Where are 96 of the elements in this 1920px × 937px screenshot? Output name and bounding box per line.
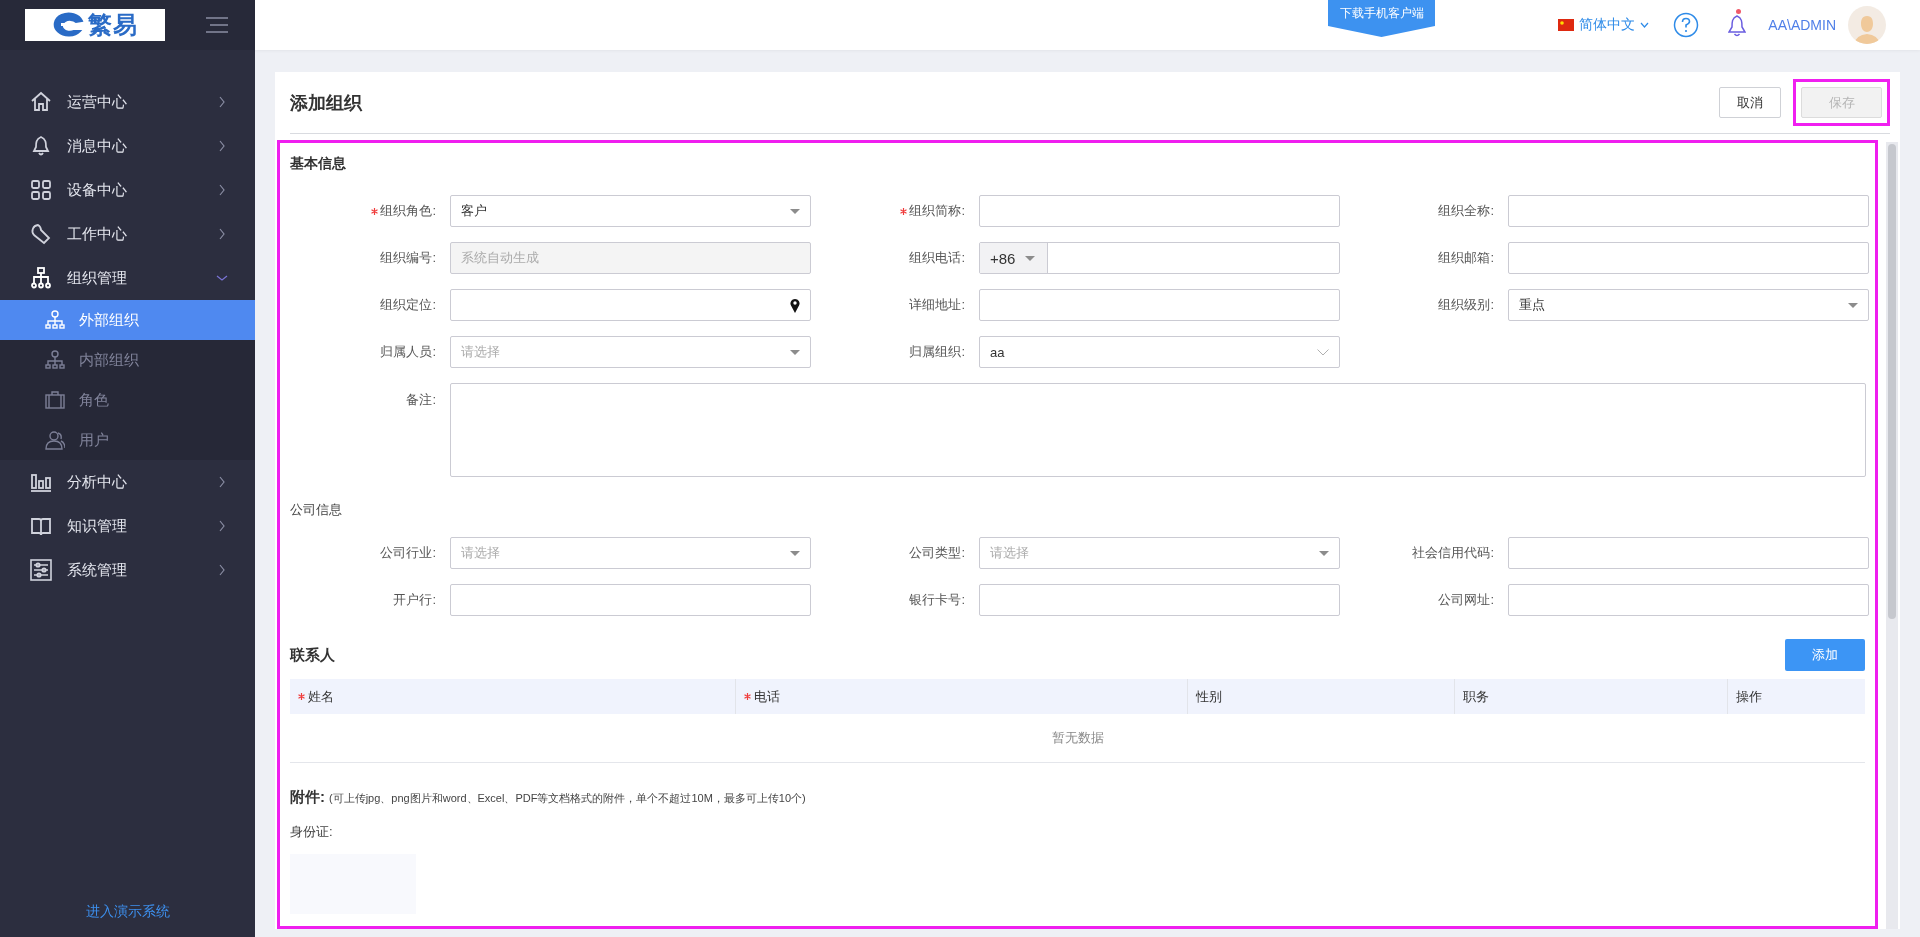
page-title: 添加组织 bbox=[290, 91, 364, 115]
field-label: 备注: bbox=[406, 391, 436, 409]
menu-icon[interactable] bbox=[206, 17, 228, 33]
nav-item[interactable]: 知识管理 bbox=[0, 504, 255, 548]
select-field[interactable]: 客户 bbox=[450, 195, 811, 227]
caret-icon bbox=[790, 208, 800, 214]
language-dropdown[interactable]: 简体中文 bbox=[1558, 16, 1650, 34]
download-app-banner[interactable]: 下载手机客户端 bbox=[1328, 0, 1435, 37]
sliders-icon bbox=[30, 559, 52, 581]
textarea-field[interactable] bbox=[450, 383, 1866, 477]
section-title: 公司信息 bbox=[290, 501, 343, 519]
phone-field[interactable]: +86 bbox=[979, 242, 1340, 274]
caret-icon bbox=[790, 349, 800, 355]
caret-icon bbox=[1848, 302, 1858, 308]
nav-item[interactable]: 工作中心 bbox=[0, 212, 255, 256]
bar-chart-icon bbox=[30, 471, 52, 493]
nav-item[interactable]: 分析中心 bbox=[0, 460, 255, 504]
bell-icon[interactable] bbox=[1728, 13, 1747, 37]
home-icon bbox=[30, 91, 52, 113]
user-name[interactable]: AA\ADMIN bbox=[1768, 17, 1836, 33]
input-field[interactable] bbox=[1508, 537, 1869, 569]
field-label: 身份证: bbox=[290, 823, 334, 841]
demo-system-link[interactable]: 进入演示系统 bbox=[85, 903, 170, 921]
required-asterisk-icon bbox=[298, 693, 305, 700]
nav-item[interactable]: 组织管理 bbox=[0, 256, 255, 300]
caret-icon bbox=[790, 550, 800, 556]
field-label: 银行卡号: bbox=[909, 591, 965, 609]
input-field[interactable] bbox=[450, 584, 811, 616]
nav-subitem[interactable]: 用户 bbox=[0, 420, 255, 460]
section-title: 基本信息 bbox=[290, 155, 347, 173]
add-button[interactable]: 添加 bbox=[1785, 639, 1865, 671]
section-title: 联系人 bbox=[290, 645, 336, 665]
input-field[interactable] bbox=[979, 195, 1340, 227]
field-label: 组织电话: bbox=[909, 249, 965, 267]
grid-icon bbox=[30, 179, 52, 201]
empty-table-text: 暂无数据 bbox=[1051, 730, 1104, 745]
book-icon bbox=[30, 515, 52, 537]
caret-icon bbox=[1640, 22, 1650, 28]
field-label: 公司类型: bbox=[909, 544, 965, 562]
nav-subitem[interactable]: 角色 bbox=[0, 380, 255, 420]
input-field[interactable] bbox=[1508, 242, 1869, 274]
nav-item[interactable]: 系统管理 bbox=[0, 548, 255, 592]
field-label: 归属人员: bbox=[380, 343, 436, 361]
input-field[interactable] bbox=[979, 584, 1340, 616]
chevron-down-icon bbox=[1317, 348, 1329, 356]
caret-icon bbox=[1025, 255, 1036, 261]
field-label: 组织邮箱: bbox=[1438, 249, 1494, 267]
org-chart-icon bbox=[45, 350, 65, 370]
user-icon bbox=[45, 430, 65, 450]
required-asterisk-icon bbox=[371, 207, 379, 215]
nav-item[interactable]: 运营中心 bbox=[0, 80, 255, 124]
field-label: 归属组织: bbox=[909, 343, 965, 361]
select-field[interactable]: aa bbox=[979, 336, 1340, 368]
column-header: 电话 bbox=[744, 687, 780, 706]
field-label: 开户行: bbox=[393, 591, 436, 609]
scrollbar[interactable] bbox=[1886, 142, 1898, 929]
org-chart-icon bbox=[30, 267, 52, 289]
logo-mark-icon bbox=[52, 12, 84, 38]
caret-icon bbox=[1319, 550, 1329, 556]
nav-item[interactable]: 消息中心 bbox=[0, 124, 255, 168]
field-label: 组织级别: bbox=[1438, 296, 1494, 314]
input-field[interactable] bbox=[1508, 195, 1869, 227]
nav-item[interactable]: 设备中心 bbox=[0, 168, 255, 212]
field-label: 组织角色: bbox=[371, 202, 436, 220]
avatar[interactable] bbox=[1848, 6, 1886, 44]
flag-icon bbox=[1558, 19, 1575, 31]
person-silhouette-icon bbox=[1854, 14, 1880, 44]
nav-subitem[interactable]: 内部组织 bbox=[0, 340, 255, 380]
select-field[interactable]: 重点 bbox=[1508, 289, 1869, 321]
page-button[interactable]: 取消 bbox=[1719, 87, 1781, 118]
field-label: 组织简称: bbox=[900, 202, 965, 220]
briefcase-icon bbox=[45, 390, 65, 410]
field-label: 详细地址: bbox=[909, 296, 965, 314]
input-field[interactable] bbox=[450, 289, 811, 321]
org-chart-icon bbox=[45, 310, 65, 330]
attachments-title: 附件: bbox=[290, 788, 325, 807]
help-icon[interactable] bbox=[1673, 12, 1700, 38]
input-field[interactable] bbox=[1508, 584, 1869, 616]
map-pin-icon bbox=[790, 297, 800, 313]
field-label: 公司网址: bbox=[1438, 591, 1494, 609]
field-label: 组织编号: bbox=[380, 249, 436, 267]
bell-icon bbox=[30, 135, 52, 157]
logo[interactable]: 繁易 bbox=[25, 9, 165, 41]
field-label: 社会信用代码: bbox=[1412, 544, 1494, 562]
nav-subitem[interactable]: 外部组织 bbox=[0, 300, 255, 340]
input-field[interactable] bbox=[979, 289, 1340, 321]
column-header: 操作 bbox=[1736, 687, 1762, 706]
field-label: 公司行业: bbox=[380, 544, 436, 562]
attachments-hint: (可上传jpg、png图片和word、Excel、PDF等文档格式的附件，单个不超过10M，最多可上传10个) bbox=[329, 791, 806, 806]
required-asterisk-icon bbox=[744, 693, 751, 700]
required-asterisk-icon bbox=[900, 207, 908, 215]
column-header: 性别 bbox=[1196, 687, 1222, 706]
field-label: 组织全称: bbox=[1438, 202, 1494, 220]
field-label: 组织定位: bbox=[380, 296, 436, 314]
column-header: 职务 bbox=[1463, 687, 1489, 706]
column-header: 姓名 bbox=[298, 687, 334, 706]
